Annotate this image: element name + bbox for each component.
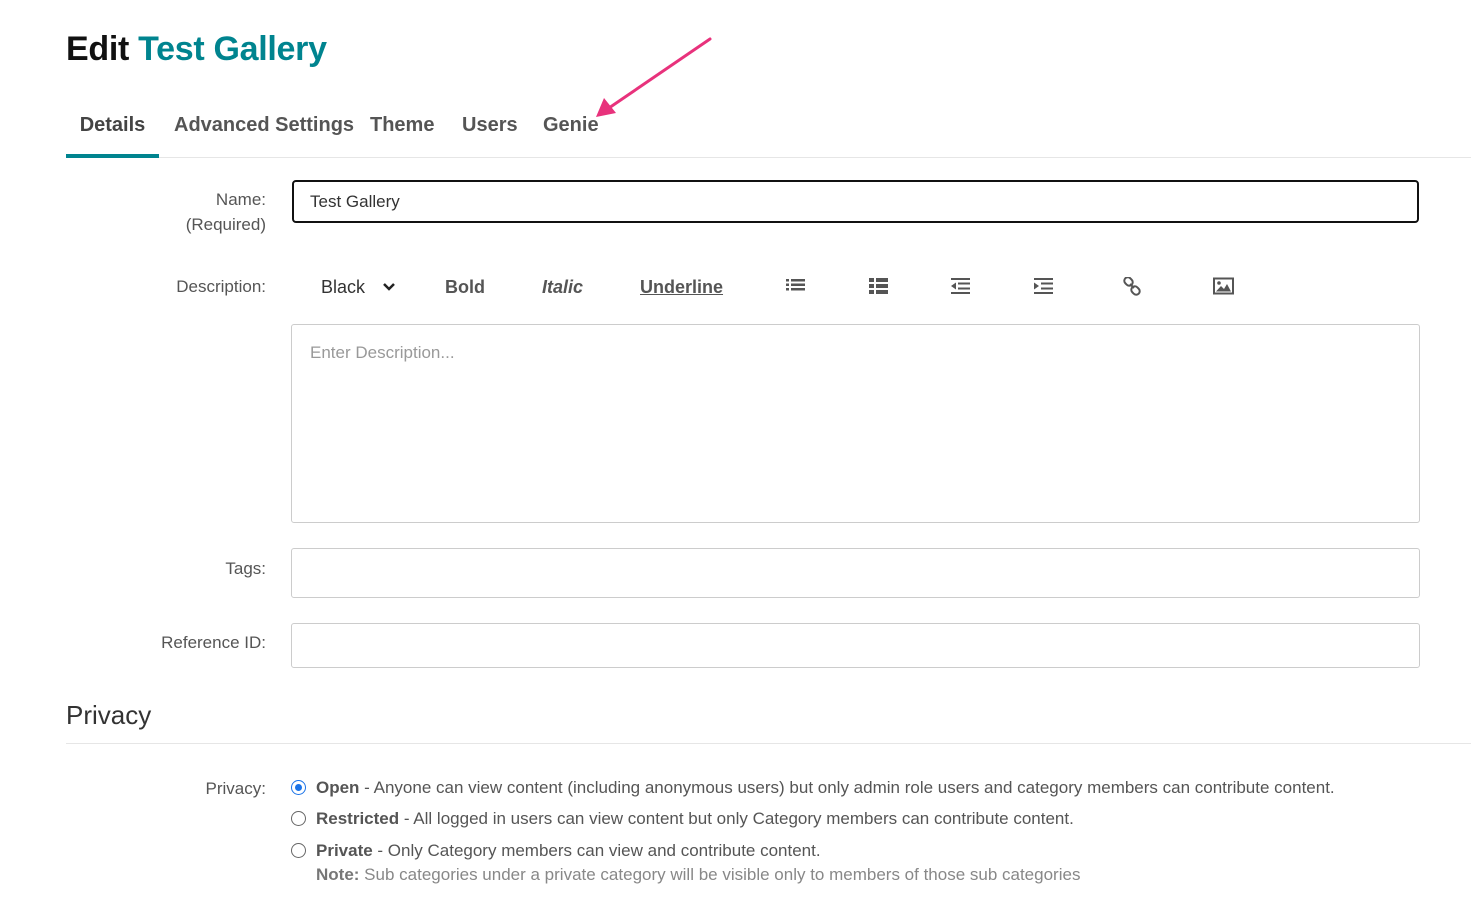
privacy-open-radio[interactable] [291, 780, 306, 795]
reference-id-label: Reference ID: [161, 633, 266, 652]
color-select-value: Black [321, 277, 366, 297]
tab-bar: Details Advanced Settings Theme Users Ge… [66, 100, 1471, 158]
bold-button[interactable]: Bold [445, 270, 485, 304]
numbered-list-icon [869, 278, 888, 294]
image-button[interactable] [1213, 270, 1234, 304]
page-title-prefix: Edit [66, 30, 130, 68]
tags-input[interactable] [291, 548, 1420, 598]
name-input[interactable] [292, 180, 1419, 223]
privacy-open-desc: - Anyone can view content (including ano… [359, 778, 1335, 797]
privacy-option-restricted[interactable]: Restricted - All logged in users can vie… [291, 807, 1074, 831]
privacy-section-title: Privacy [66, 700, 152, 730]
privacy-restricted-desc: - All logged in users can view content b… [399, 809, 1074, 828]
page-title-gallery-name: Test Gallery [138, 30, 327, 68]
chevron-down-icon [383, 283, 395, 291]
indent-icon [1034, 278, 1053, 294]
indent-button[interactable] [1034, 270, 1053, 304]
privacy-private-desc: - Only Category members can view and con… [372, 841, 821, 860]
privacy-private-title: Private [316, 841, 373, 860]
privacy-private-radio[interactable] [291, 843, 306, 858]
section-divider [66, 743, 1471, 744]
privacy-note-text: Sub categories under a private category … [359, 865, 1081, 884]
italic-button[interactable]: Italic [542, 270, 583, 304]
privacy-restricted-title: Restricted [316, 809, 400, 828]
tab-users[interactable]: Users [462, 100, 518, 158]
privacy-restricted-radio[interactable] [291, 811, 306, 826]
description-textarea[interactable] [291, 324, 1420, 523]
outdent-icon [951, 278, 970, 294]
image-icon [1213, 277, 1234, 295]
tab-genie[interactable]: Genie [543, 100, 599, 158]
color-select[interactable]: Black [321, 270, 396, 304]
numbered-list-button[interactable] [869, 270, 888, 304]
underline-button[interactable]: Underline [640, 270, 723, 304]
name-label: Name: [215, 190, 266, 209]
link-button[interactable] [1123, 270, 1142, 304]
outdent-button[interactable] [951, 270, 970, 304]
tab-advanced-settings[interactable]: Advanced Settings [174, 100, 354, 158]
name-required-label: (Required) [185, 215, 266, 234]
bullet-list-icon [786, 279, 805, 291]
privacy-option-private[interactable]: Private - Only Category members can view… [291, 839, 821, 863]
tab-theme[interactable]: Theme [370, 100, 434, 158]
tags-label: Tags: [225, 559, 266, 578]
bullet-list-button[interactable] [786, 270, 805, 304]
privacy-label: Privacy: [205, 779, 266, 798]
link-icon [1123, 277, 1141, 296]
tab-details[interactable]: Details [66, 100, 159, 158]
page-title: Edit Test Gallery [66, 30, 327, 69]
privacy-option-open[interactable]: Open - Anyone can view content (includin… [291, 776, 1335, 800]
privacy-note-label: Note: [316, 865, 360, 884]
privacy-open-title: Open [316, 778, 360, 797]
privacy-note: Note: Sub categories under a private cat… [316, 863, 1080, 887]
description-toolbar: Black Bold Italic Underline [0, 270, 1471, 304]
reference-id-input[interactable] [291, 623, 1420, 668]
